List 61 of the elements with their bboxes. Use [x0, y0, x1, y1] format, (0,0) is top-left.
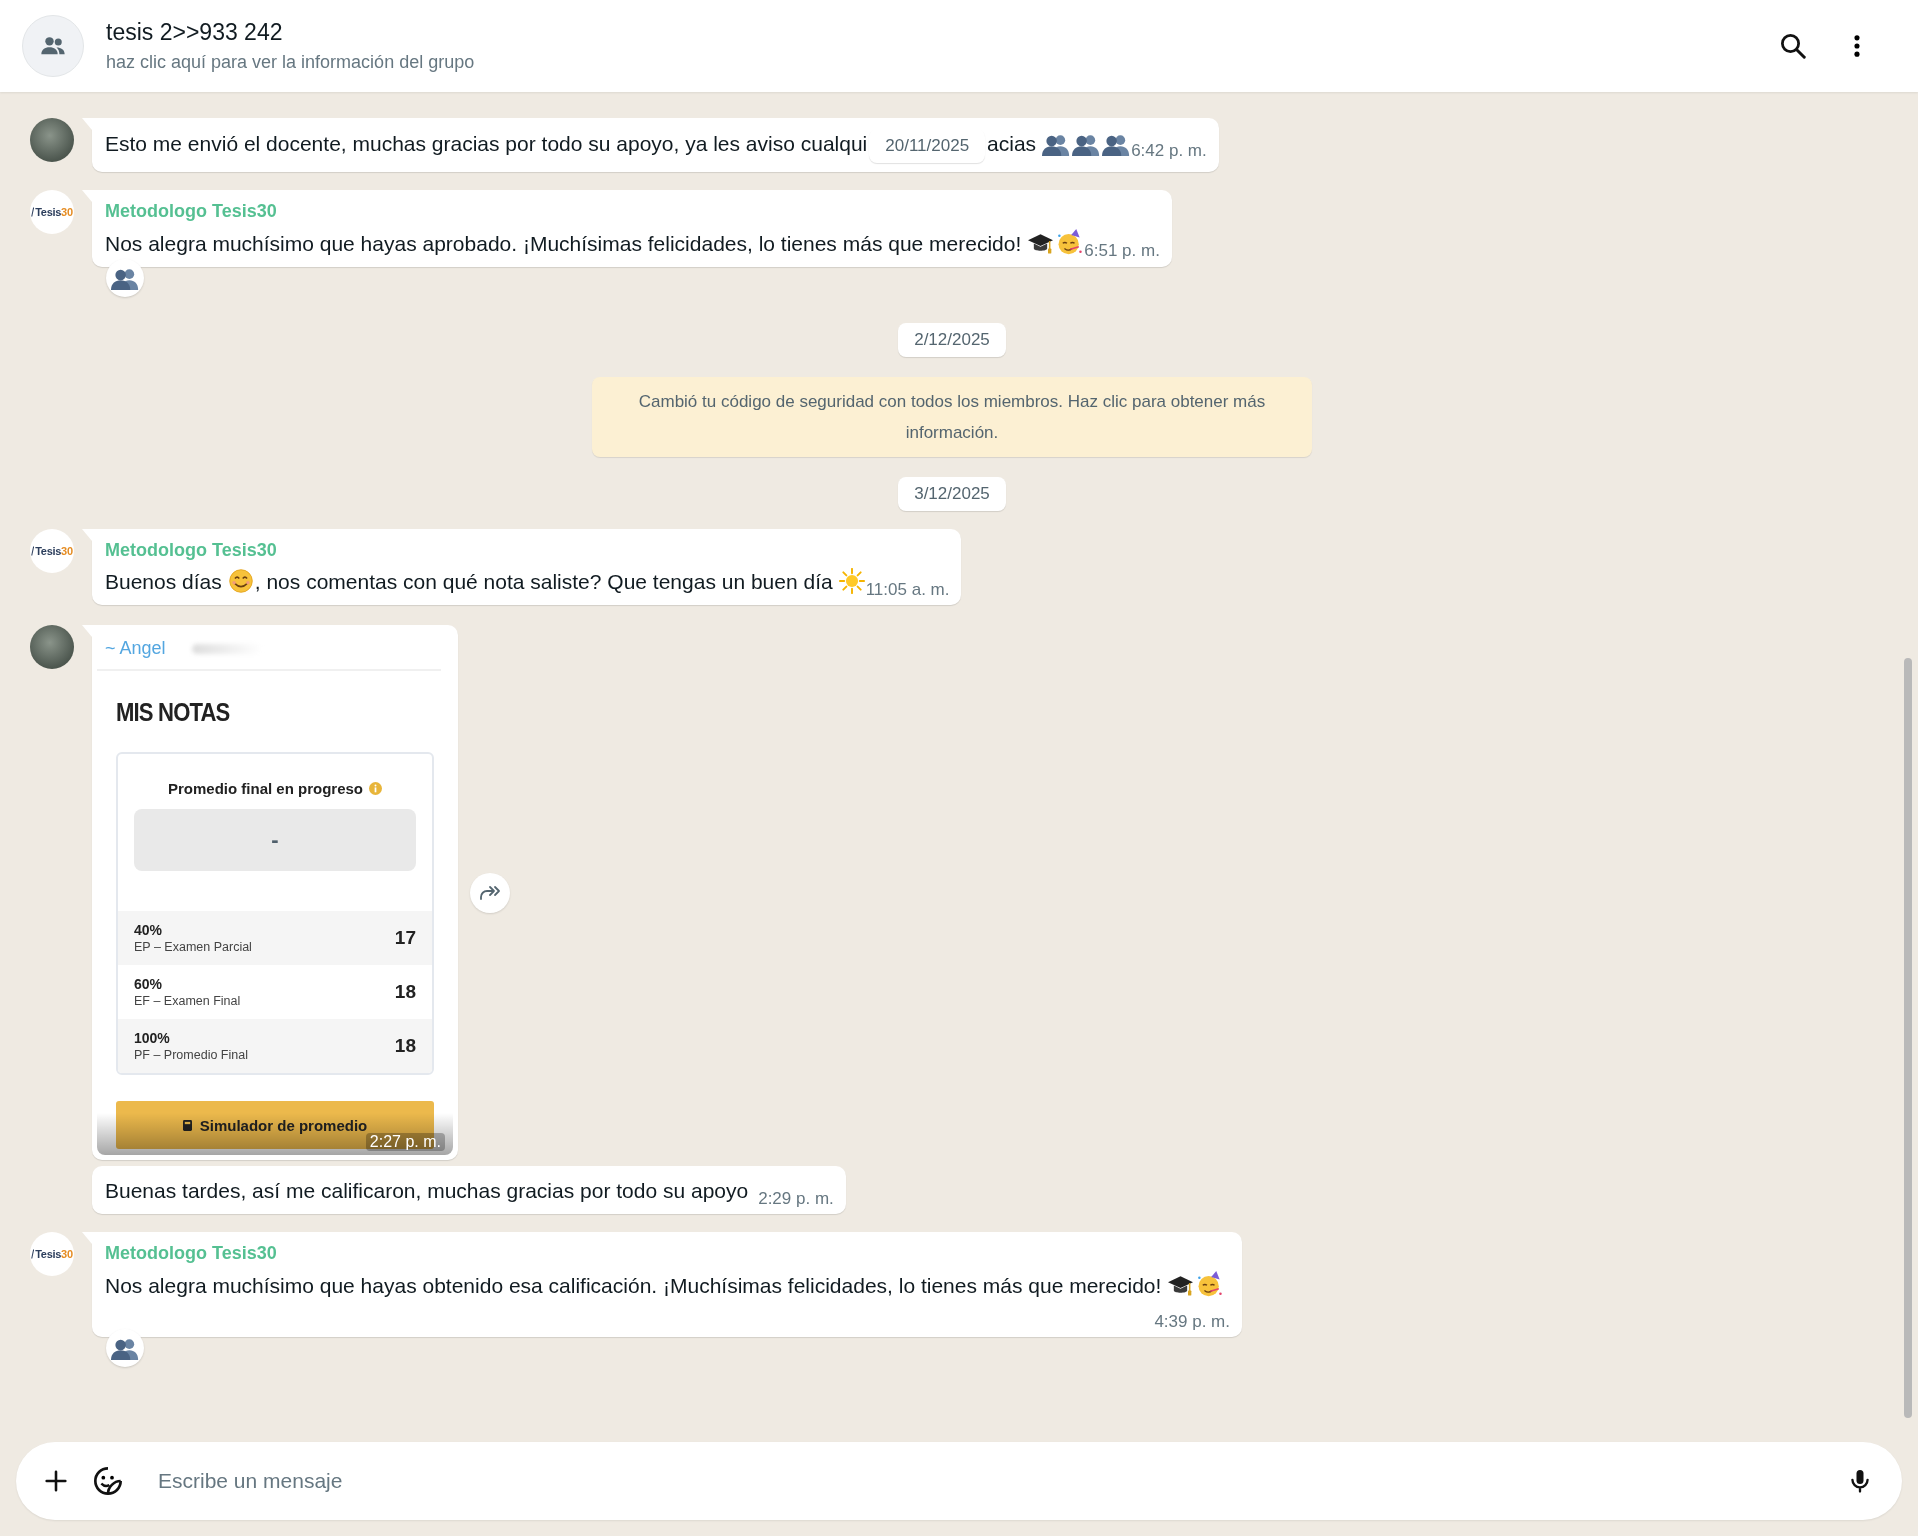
message-time: 2:27 p. m. — [365, 1133, 445, 1151]
date-badge: 2/12/2025 — [898, 323, 1006, 357]
message-time: 6:51 p. m. — [1084, 241, 1160, 261]
message-time: 6:42 p. m. — [1131, 141, 1207, 161]
calculator-icon — [182, 1119, 192, 1131]
grade-value: 17 — [394, 927, 416, 949]
partying-face-emoji-icon — [1056, 229, 1084, 256]
reaction-badge[interactable] — [106, 259, 144, 297]
avatar-photo[interactable] — [30, 625, 74, 669]
logo-avatar[interactable]: Tesis30 — [30, 190, 74, 234]
simulator-label: Simulador de promedio — [199, 1116, 368, 1134]
avatar-photo[interactable] — [30, 118, 74, 162]
busts-reaction-icon — [111, 1336, 139, 1360]
security-notice[interactable]: Cambió tu código de seguridad con todos los miembros. Haz clic para obtener más información. — [592, 377, 1312, 457]
message-field[interactable]: Escribe un mensaje — [16, 1442, 1902, 1520]
graduation-cap-emoji-icon — [1027, 231, 1055, 256]
message-text: acias — [987, 132, 1037, 155]
info-icon — [369, 782, 382, 795]
grade-name: PF – Promedio Final — [134, 1048, 248, 1062]
message-text: Buenos días — [105, 570, 222, 593]
chat-title[interactable]: tesis 2>>933 242 — [106, 19, 1778, 46]
grade-name: EF – Examen Final — [134, 994, 241, 1008]
busts-emoji-icon — [1072, 133, 1101, 156]
message-text: Buenas tardes, así me calificaron, muchas gracias por todo su apoyo — [105, 1179, 749, 1202]
message-text: Nos alegra muchísimo que hayas obtenido esa calificación. ¡Muchísimas felicidades, lo tienes más que merecido! — [105, 1274, 1162, 1297]
smiling-face-emoji-icon — [227, 568, 254, 594]
screenshot-title: MIS NOTAS — [116, 697, 231, 728]
grade-weight: 40% — [134, 922, 164, 938]
message-input[interactable]: Escribe un mensaje — [156, 1468, 1824, 1494]
menu-icon[interactable] — [1852, 32, 1862, 60]
message-text: Nos alegra muchísimo que hayas aprobado. ¡Muchísimas felicidades, lo tienes más que merecido! — [105, 232, 1022, 255]
message-text: Esto me envió el docente, muchas gracias por todo su apoyo, ya les aviso cualqui — [105, 132, 868, 155]
logo: Tesis30 — [31, 545, 73, 557]
message-time: 2:29 p. m. — [758, 1189, 834, 1209]
busts-emoji-icon — [1042, 133, 1071, 156]
logo: Tesis30 — [31, 1248, 73, 1260]
grade-value: 18 — [394, 1035, 416, 1057]
busts-emoji-icon — [1102, 133, 1131, 156]
message-time: 11:05 a. m. — [865, 580, 950, 600]
average-value: - — [271, 827, 279, 853]
average-label: Promedio final en progreso — [168, 780, 363, 797]
grade-weight: 100% — [134, 1030, 171, 1046]
reaction-badge[interactable] — [106, 1329, 144, 1367]
grade-name: EP – Examen Parcial — [134, 940, 252, 954]
message-time: 4:39 p. m. — [1154, 1312, 1230, 1332]
sticker-icon[interactable] — [92, 1465, 124, 1497]
partying-face-emoji-icon — [1196, 1271, 1224, 1298]
grade-value: 18 — [394, 981, 416, 1003]
date-badge: 20/11/2025 — [869, 129, 986, 163]
logo: Tesis30 — [31, 206, 73, 218]
date-badge: 3/12/2025 — [898, 477, 1006, 511]
logo-avatar[interactable]: Tesis30 — [30, 1232, 74, 1276]
logo-avatar[interactable]: Tesis30 — [30, 529, 74, 573]
chat-subtitle[interactable]: haz clic aquí para ver la información del grupo — [106, 52, 1778, 73]
busts-reaction-icon — [111, 266, 139, 290]
search-icon[interactable] — [1778, 31, 1808, 61]
forward-button[interactable] — [470, 872, 510, 913]
message-text: , nos comentas con qué nota saliste? Que tengas un buen día — [254, 570, 833, 593]
graduation-cap-emoji-icon — [1167, 1273, 1195, 1298]
grade-weight: 60% — [134, 976, 164, 992]
sun-emoji-icon — [838, 568, 865, 594]
